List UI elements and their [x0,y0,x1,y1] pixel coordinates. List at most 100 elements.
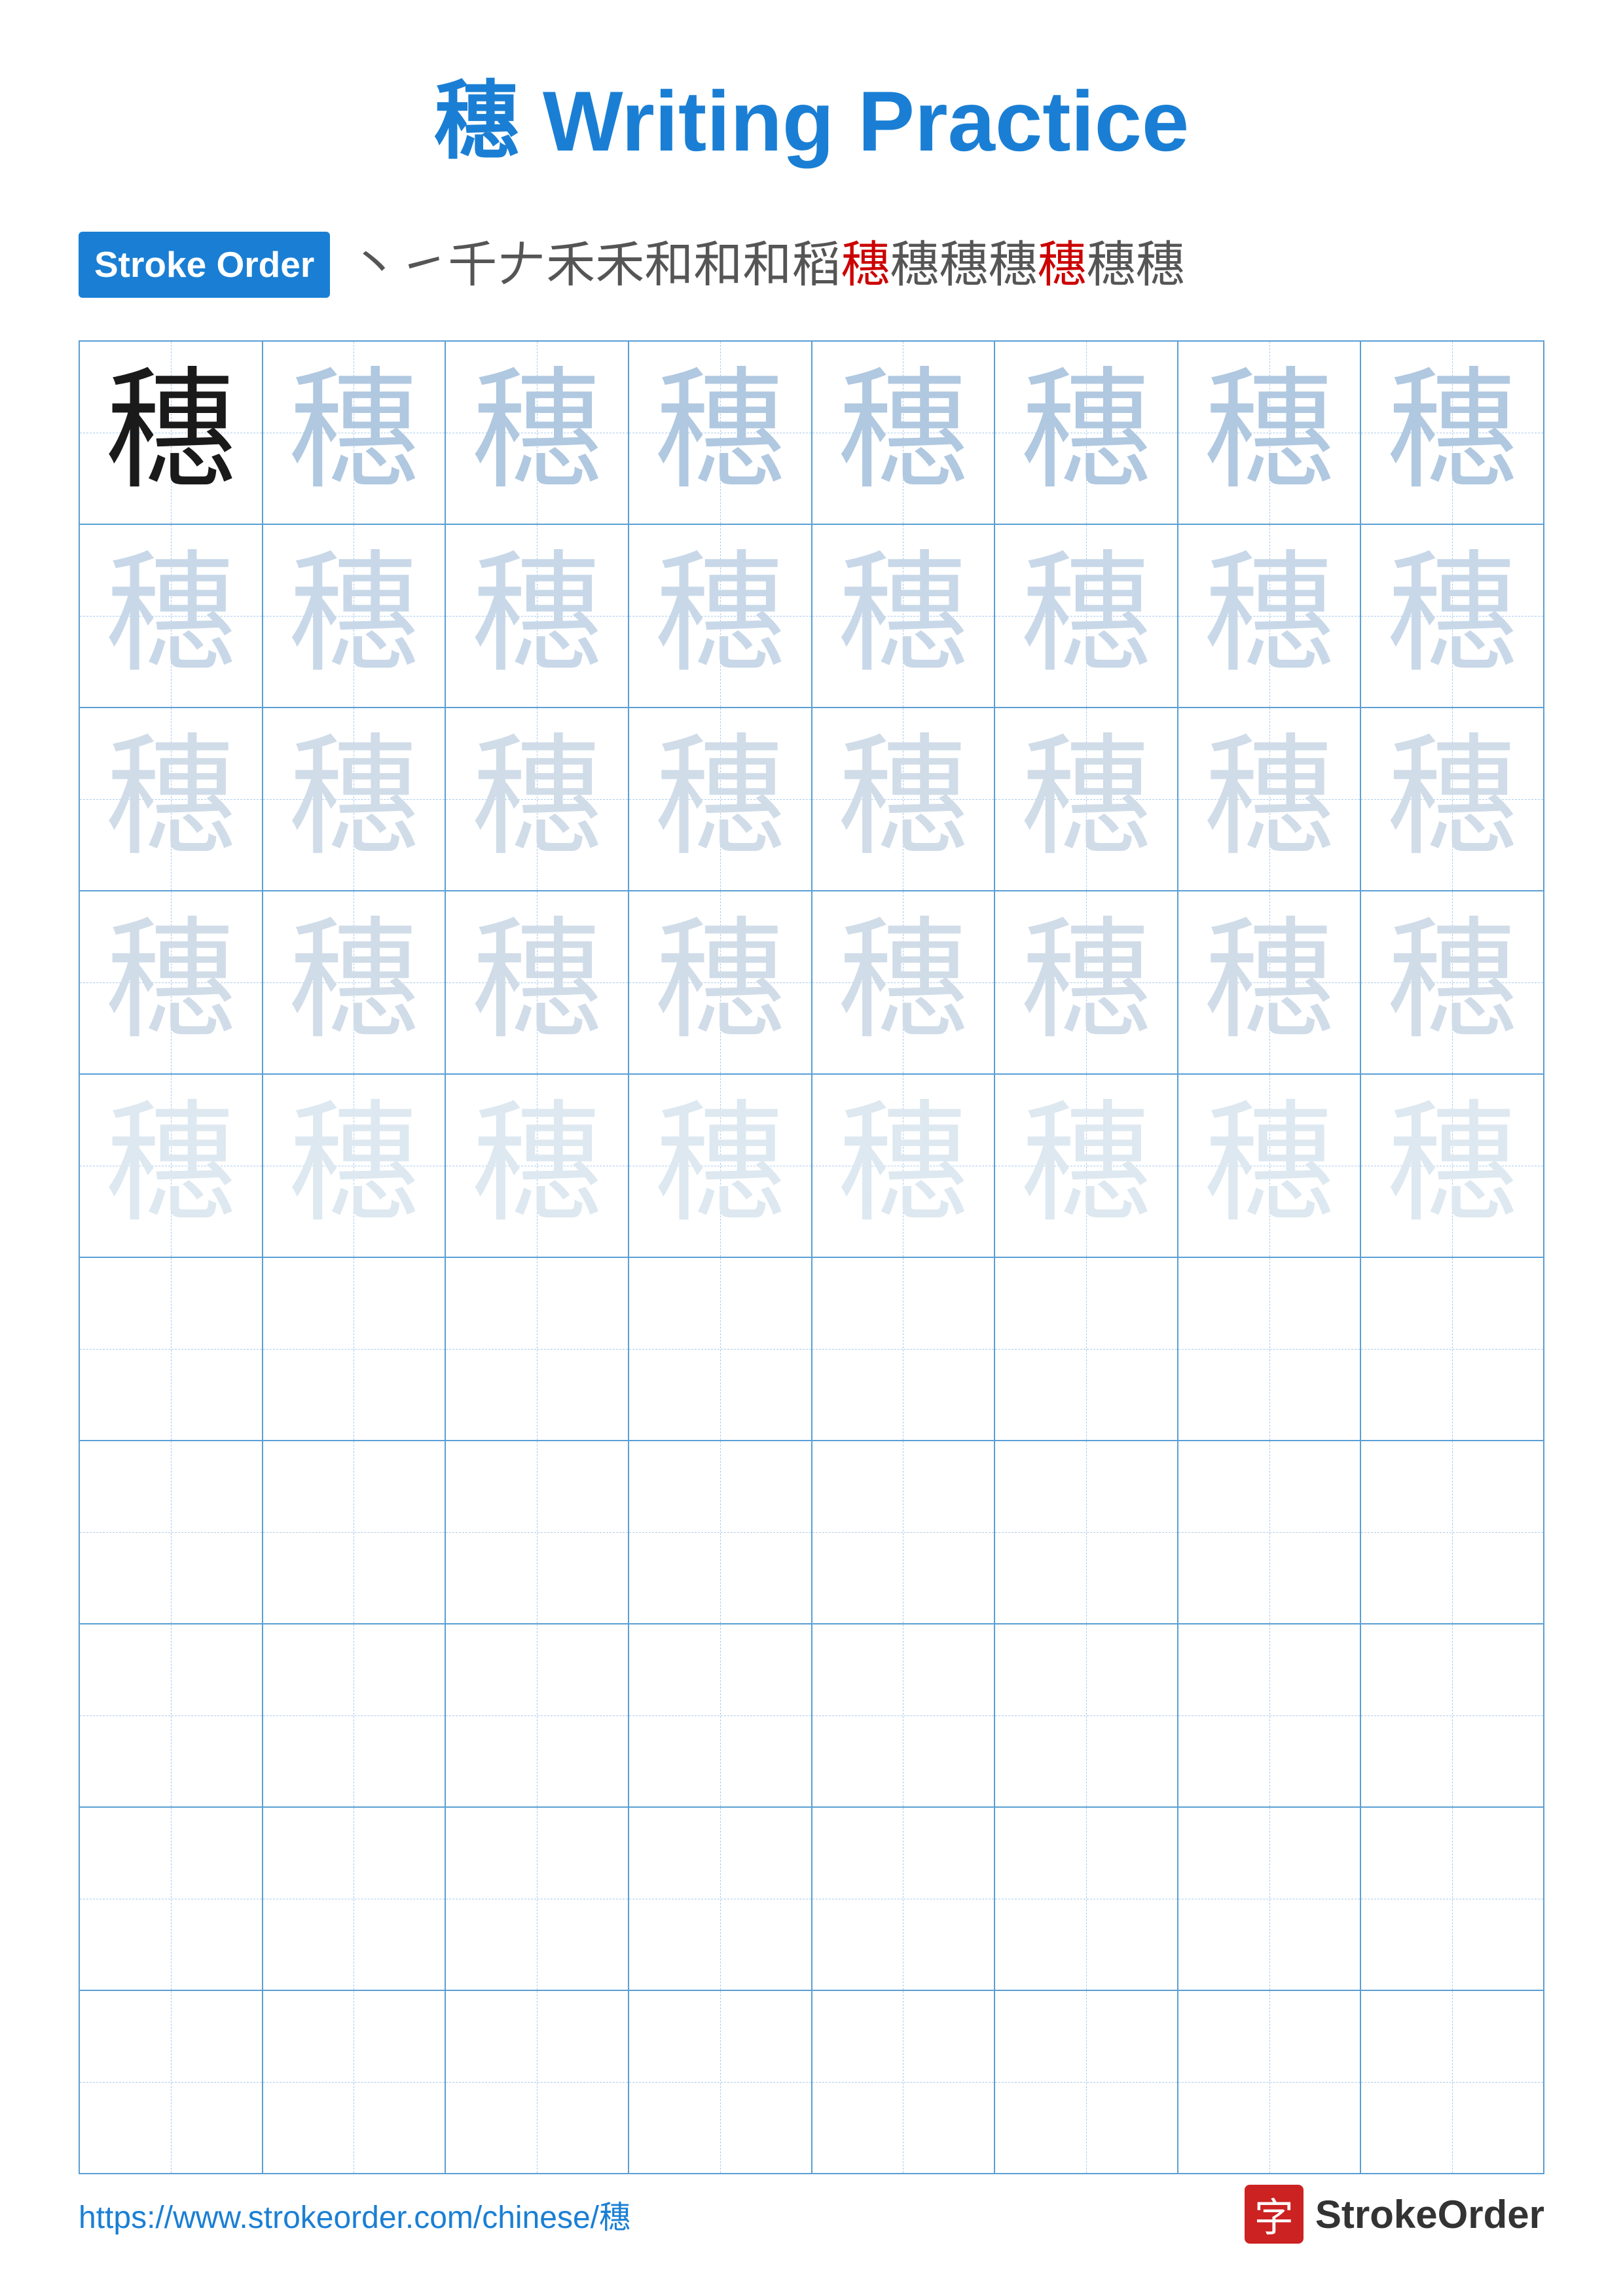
practice-char: 穗 [837,910,968,1054]
grid-cell-2-4[interactable]: 穗 [629,524,812,708]
grid-cell-7-5[interactable] [812,1441,995,1624]
grid-cell-8-4[interactable] [629,1624,812,1807]
grid-cell-10-8[interactable] [1360,1990,1544,2174]
grid-cell-9-2[interactable] [263,1807,446,1990]
grid-cell-10-1[interactable] [79,1990,263,2174]
grid-cell-4-7[interactable]: 穗 [1178,891,1361,1074]
grid-cell-7-6[interactable] [994,1441,1178,1624]
grid-cell-4-4[interactable]: 穗 [629,891,812,1074]
stroke-15: 穗 [1037,231,1086,300]
grid-cell-2-2[interactable]: 穗 [263,524,446,708]
grid-cell-9-3[interactable] [445,1807,629,1990]
grid-cell-6-5[interactable] [812,1257,995,1441]
grid-cell-3-1[interactable]: 穗 [79,708,263,891]
practice-char: 穗 [288,910,419,1054]
title-chinese-char: 穗 [434,75,519,170]
grid-cell-9-6[interactable] [994,1807,1178,1990]
stroke-3: 千 [448,231,497,300]
grid-cell-3-4[interactable]: 穗 [629,708,812,891]
grid-cell-3-2[interactable]: 穗 [263,708,446,891]
grid-cell-1-7[interactable]: 穗 [1178,341,1361,524]
grid-cell-7-3[interactable] [445,1441,629,1624]
grid-cell-5-1[interactable]: 穗 [79,1074,263,1257]
grid-cell-1-5[interactable]: 穗 [812,341,995,524]
grid-cell-5-4[interactable]: 穗 [629,1074,812,1257]
grid-cell-2-6[interactable]: 穗 [994,524,1178,708]
grid-cell-6-8[interactable] [1360,1257,1544,1441]
grid-cell-10-2[interactable] [263,1990,446,2174]
grid-cell-10-7[interactable] [1178,1990,1361,2174]
grid-cell-1-6[interactable]: 穗 [994,341,1178,524]
grid-cell-3-3[interactable]: 穗 [445,708,629,891]
grid-cell-8-3[interactable] [445,1624,629,1807]
grid-cell-9-7[interactable] [1178,1807,1361,1990]
grid-cell-2-5[interactable]: 穗 [812,524,995,708]
grid-cell-1-1[interactable]: 穗 [79,341,263,524]
grid-cell-2-3[interactable]: 穗 [445,524,629,708]
grid-cell-5-7[interactable]: 穗 [1178,1074,1361,1257]
grid-cell-5-8[interactable]: 穗 [1360,1074,1544,1257]
grid-cell-8-1[interactable] [79,1624,263,1807]
grid-cell-10-5[interactable] [812,1990,995,2174]
grid-cell-9-5[interactable] [812,1807,995,1990]
stroke-6: 禾 [595,231,644,300]
grid-cell-8-2[interactable] [263,1624,446,1807]
grid-cell-4-6[interactable]: 穗 [994,891,1178,1074]
grid-cell-9-1[interactable] [79,1807,263,1990]
grid-cell-3-5[interactable]: 穗 [812,708,995,891]
grid-cell-4-5[interactable]: 穗 [812,891,995,1074]
grid-cell-1-3[interactable]: 穗 [445,341,629,524]
grid-cell-9-4[interactable] [629,1807,812,1990]
grid-cell-6-1[interactable] [79,1257,263,1441]
grid-cell-6-3[interactable] [445,1257,629,1441]
stroke-17: 穗 [1135,231,1184,300]
grid-cell-3-8[interactable]: 穗 [1360,708,1544,891]
practice-row-9 [79,1807,1544,1990]
grid-cell-10-6[interactable] [994,1990,1178,2174]
grid-cell-7-8[interactable] [1360,1441,1544,1624]
grid-cell-4-3[interactable]: 穗 [445,891,629,1074]
grid-cell-3-7[interactable]: 穗 [1178,708,1361,891]
grid-cell-7-4[interactable] [629,1441,812,1624]
grid-cell-6-6[interactable] [994,1257,1178,1441]
grid-cell-1-8[interactable]: 穗 [1360,341,1544,524]
grid-cell-10-4[interactable] [629,1990,812,2174]
grid-cell-8-8[interactable] [1360,1624,1544,1807]
grid-cell-8-6[interactable] [994,1624,1178,1807]
grid-cell-1-4[interactable]: 穗 [629,341,812,524]
footer-url[interactable]: https://www.strokeorder.com/chinese/穗 [79,2191,630,2237]
grid-cell-7-1[interactable] [79,1441,263,1624]
grid-cell-4-2[interactable]: 穗 [263,891,446,1074]
grid-cell-9-8[interactable] [1360,1807,1544,1990]
grid-cell-4-8[interactable]: 穗 [1360,891,1544,1074]
grid-cell-2-1[interactable]: 穗 [79,524,263,708]
grid-cell-5-5[interactable]: 穗 [812,1074,995,1257]
practice-char: 穗 [471,910,602,1054]
grid-cell-2-7[interactable]: 穗 [1178,524,1361,708]
grid-cell-8-7[interactable] [1178,1624,1361,1807]
stroke-4: 𠂇 [497,231,546,300]
grid-cell-5-2[interactable]: 穗 [263,1074,446,1257]
grid-cell-5-3[interactable]: 穗 [445,1074,629,1257]
stroke-order-badge: Stroke Order [79,232,330,298]
grid-cell-2-8[interactable]: 穗 [1360,524,1544,708]
practice-char: 穗 [288,1093,419,1238]
stroke-2: ㇀ [399,231,448,300]
grid-cell-6-2[interactable] [263,1257,446,1441]
grid-cell-5-6[interactable]: 穗 [994,1074,1178,1257]
grid-cell-7-2[interactable] [263,1441,446,1624]
grid-cell-7-7[interactable] [1178,1441,1361,1624]
stroke-13: 穗 [939,231,988,300]
grid-cell-10-3[interactable] [445,1990,629,2174]
logo-char: 字 [1254,2186,1294,2243]
grid-cell-3-6[interactable]: 穗 [994,708,1178,891]
stroke-11: 穗 [841,231,890,300]
grid-cell-6-4[interactable] [629,1257,812,1441]
grid-cell-4-1[interactable]: 穗 [79,891,263,1074]
grid-cell-6-7[interactable] [1178,1257,1361,1441]
practice-grid: 穗 穗 穗 穗 穗 穗 穗 [79,340,1544,2174]
grid-cell-8-5[interactable] [812,1624,995,1807]
practice-char: 穗 [837,360,968,505]
practice-char: 穗 [105,726,236,871]
grid-cell-1-2[interactable]: 穗 [263,341,446,524]
